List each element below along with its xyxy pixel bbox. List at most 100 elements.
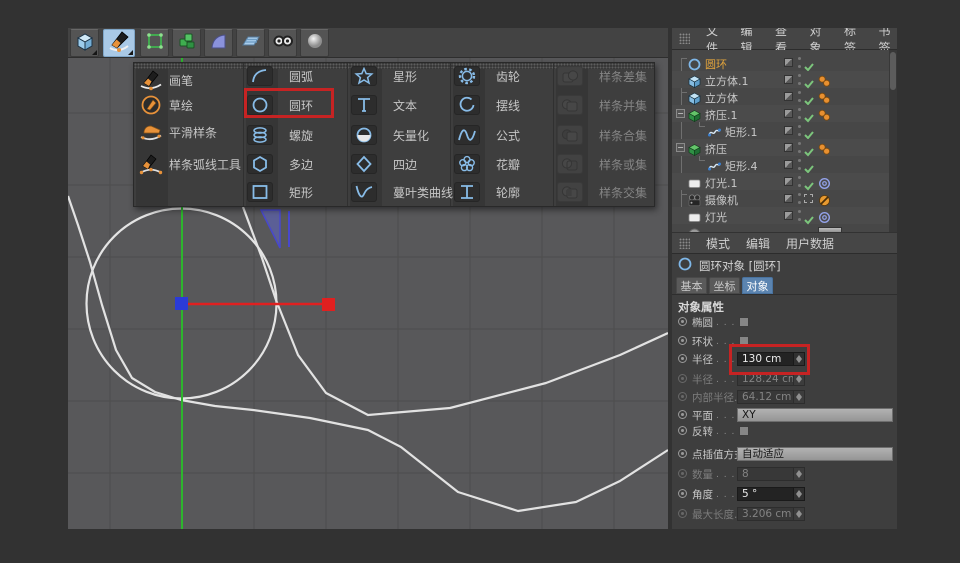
tab-object[interactable]: 对象	[742, 277, 773, 294]
center-handle[interactable]	[175, 297, 188, 310]
object-row-partial[interactable]	[672, 224, 890, 232]
keyframe-dot-icon[interactable]	[678, 426, 687, 435]
layer-square[interactable]	[784, 143, 793, 152]
layer-square[interactable]	[784, 58, 793, 67]
visibility-dots[interactable]	[798, 57, 802, 68]
object-name[interactable]: 矩形.1	[725, 124, 758, 140]
visibility-dots[interactable]	[798, 74, 802, 85]
menu-item-star[interactable]: 星形	[351, 65, 417, 87]
menu-item-rectangle[interactable]: 矩形	[247, 181, 313, 203]
menu-item-arc[interactable]: 圆弧	[247, 65, 313, 87]
menu-item-helix[interactable]: 螺旋	[247, 124, 313, 146]
stepper-arrows[interactable]	[794, 487, 805, 501]
object-name[interactable]: 立方体.1	[705, 73, 749, 89]
object-name[interactable]: 摄像机	[705, 192, 738, 208]
layer-square[interactable]	[784, 75, 793, 84]
array-tool-button[interactable]	[172, 29, 201, 57]
tab-basic[interactable]: 基本	[676, 277, 707, 294]
visibility-dots[interactable]	[798, 108, 802, 119]
keyframe-dot-icon[interactable]	[678, 317, 687, 326]
layer-square[interactable]	[784, 160, 793, 169]
layer-square[interactable]	[784, 177, 793, 186]
reverse-checkbox[interactable]	[739, 426, 749, 436]
object-row-extrude1[interactable]: − 挤压.1	[672, 105, 890, 122]
menu-item-vectorizer[interactable]: 矢量化	[351, 124, 429, 146]
object-row-light1[interactable]: 灯光.1	[672, 173, 890, 190]
keyframe-dot-icon[interactable]	[678, 336, 687, 345]
menu-item-sketch[interactable]: 草绘	[137, 94, 193, 116]
visibility-dots[interactable]	[798, 159, 802, 170]
visibility-dots[interactable]	[798, 91, 802, 102]
menu-item-draw-pen[interactable]: 画笔	[137, 69, 193, 91]
object-row-extrude[interactable]: − 挤压	[672, 139, 890, 156]
object-row-light[interactable]: 灯光	[672, 207, 890, 224]
menu-item-nside[interactable]: 多边	[247, 153, 313, 175]
visibility-dots[interactable]	[798, 210, 802, 221]
menu-item-flower[interactable]: 花瓣	[454, 153, 520, 175]
visibility-d​ots[interactable]	[798, 193, 802, 204]
object-row-cube1[interactable]: 立方体.1	[672, 71, 890, 88]
visibility-dots[interactable]	[798, 125, 802, 136]
object-row-circle[interactable]: 圆环	[672, 54, 890, 71]
collapse-toggle[interactable]: −	[676, 109, 685, 118]
menu-item-formula[interactable]: 公式	[454, 124, 520, 146]
layer-square[interactable]	[784, 92, 793, 101]
object-name[interactable]: 矩形.4	[725, 158, 758, 174]
menu-item-4side[interactable]: 四边	[351, 153, 417, 175]
rings-tool-button[interactable]	[268, 29, 297, 57]
stepper-arrows[interactable]	[794, 352, 805, 366]
am-menu-userdata[interactable]: 用户数据	[786, 235, 834, 252]
object-row-cube[interactable]: 立方体	[672, 88, 890, 105]
cage-tool-button[interactable]	[140, 29, 169, 57]
background-spline-lower[interactable]	[68, 196, 668, 511]
keyframe-dot-icon[interactable]	[678, 489, 687, 498]
menu-item-spline-smooth[interactable]: 平滑样条	[137, 121, 217, 143]
menu-item-cycloid[interactable]: 摆线	[454, 94, 520, 116]
object-name[interactable]: 圆环	[705, 56, 727, 72]
collapse-toggle[interactable]: −	[676, 143, 685, 152]
radius-input[interactable]: 130 cm	[737, 352, 794, 366]
tab-coordinates[interactable]: 坐标	[709, 277, 740, 294]
sphere-tool-button[interactable]	[300, 29, 329, 57]
am-menu-edit[interactable]: 编辑	[746, 235, 770, 252]
visibility-dots[interactable]	[798, 176, 802, 187]
object-row-rectangle4[interactable]: 矩形.4	[672, 156, 890, 173]
menu-item-text[interactable]: 文本	[351, 94, 417, 116]
render-inactive-icon[interactable]	[804, 194, 813, 203]
object-name[interactable]: 挤压.1	[705, 107, 738, 123]
ring-checkbox[interactable]	[739, 336, 749, 346]
ellipse-checkbox[interactable]	[739, 317, 749, 327]
layer-square[interactable]	[784, 194, 793, 203]
panel-grip-icon[interactable]	[679, 33, 690, 44]
angle-input[interactable]: 5 °	[737, 487, 794, 501]
keyframe-dot-icon[interactable]	[678, 410, 687, 419]
object-name[interactable]: 挤压	[705, 141, 727, 157]
layer-square[interactable]	[784, 126, 793, 135]
object-name[interactable]: 灯光.1	[705, 175, 738, 191]
om-scrollbar-thumb[interactable]	[890, 52, 896, 90]
object-name[interactable]: 立方体	[705, 90, 738, 106]
panel-grip-icon[interactable]	[679, 238, 690, 249]
layer-square[interactable]	[784, 211, 793, 220]
menu-item-gear[interactable]: 齿轮	[454, 65, 520, 87]
visibility-dots[interactable]	[798, 142, 802, 153]
background-spline-upper[interactable]	[243, 207, 668, 415]
interpolation-dropdown[interactable]: 自动适应	[737, 447, 893, 461]
object-name[interactable]: 灯光	[705, 209, 727, 225]
object-row-camera[interactable]: 摄像机	[672, 190, 890, 207]
keyframe-dot-icon[interactable]	[678, 449, 687, 458]
menu-item-profile[interactable]: 轮廓	[454, 181, 520, 203]
menu-item-circle[interactable]: 圆环	[247, 94, 313, 116]
menu-item-cissoid[interactable]: 蔓叶类曲线	[351, 181, 453, 203]
cube-tool-button[interactable]	[70, 29, 99, 57]
menu-item-spline-arc-tool[interactable]: 样条弧线工具	[137, 153, 241, 175]
plane-tool-button[interactable]	[236, 29, 265, 57]
keyframe-dot-icon[interactable]	[678, 354, 687, 363]
plane-dropdown[interactable]: XY	[737, 408, 893, 422]
layer-square[interactable]	[784, 109, 793, 118]
blue-spline-object[interactable]	[261, 210, 289, 248]
radius-handle[interactable]	[322, 298, 335, 311]
texture-thumbnail[interactable]	[818, 227, 842, 232]
wedge-tool-button[interactable]	[204, 29, 233, 57]
am-menu-mode[interactable]: 模式	[706, 235, 730, 252]
